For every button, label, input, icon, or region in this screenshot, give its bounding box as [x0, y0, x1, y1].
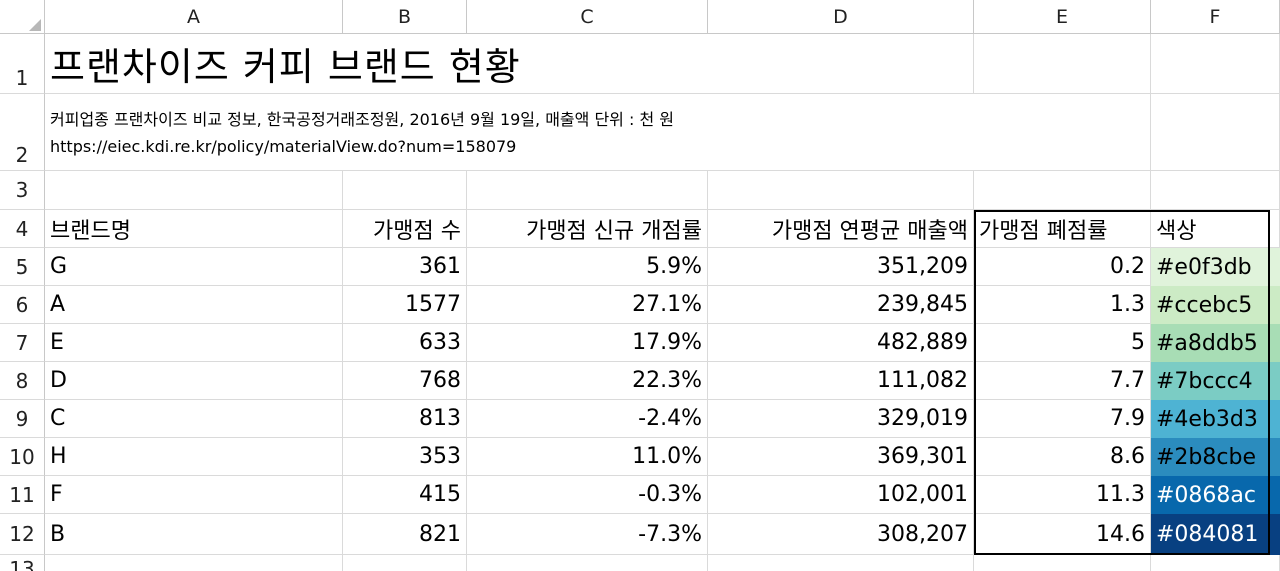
- header-avg-sales[interactable]: 가맹점 연평균 매출액: [708, 210, 974, 248]
- close-rate-cell[interactable]: 14.6: [974, 514, 1151, 555]
- header-color[interactable]: 색상: [1151, 210, 1280, 248]
- cell-e2[interactable]: [974, 94, 1151, 171]
- column-header-b[interactable]: B: [343, 0, 467, 34]
- brand-cell[interactable]: C: [45, 400, 343, 438]
- new-rate-cell[interactable]: -0.3%: [467, 476, 708, 514]
- column-header-f[interactable]: F: [1151, 0, 1280, 34]
- brand-cell[interactable]: B: [45, 514, 343, 555]
- cell-c3[interactable]: [467, 171, 708, 210]
- avg-sales-cell[interactable]: 369,301: [708, 438, 974, 476]
- column-header-c[interactable]: C: [467, 0, 708, 34]
- stores-cell[interactable]: 768: [343, 362, 467, 400]
- color-cell[interactable]: #7bccc4: [1151, 362, 1280, 400]
- avg-sales-cell[interactable]: 111,082: [708, 362, 974, 400]
- new-rate-cell[interactable]: 5.9%: [467, 248, 708, 286]
- color-cell[interactable]: #e0f3db: [1151, 248, 1280, 286]
- color-cell[interactable]: #4eb3d3: [1151, 400, 1280, 438]
- stores-cell[interactable]: 633: [343, 324, 467, 362]
- row-header-9[interactable]: 9: [0, 400, 45, 438]
- cell-e13[interactable]: [974, 555, 1151, 571]
- row-header-5[interactable]: 5: [0, 248, 45, 286]
- header-new-rate[interactable]: 가맹점 신규 개점률: [467, 210, 708, 248]
- new-rate-cell[interactable]: 22.3%: [467, 362, 708, 400]
- brand-cell[interactable]: F: [45, 476, 343, 514]
- close-rate-cell[interactable]: 7.9: [974, 400, 1151, 438]
- row-header-1[interactable]: 1: [0, 34, 45, 94]
- avg-sales-cell[interactable]: 329,019: [708, 400, 974, 438]
- row-header-6[interactable]: 6: [0, 286, 45, 324]
- spreadsheet: A B C D E F 1 2 3 4 5 6 7 8 9 10 11 12 1…: [0, 0, 1280, 571]
- subtitle-line1: 커피업종 프랜차이즈 비교 정보, 한국공정거래조정원, 2016년 9월 19…: [50, 110, 674, 129]
- new-rate-cell[interactable]: -7.3%: [467, 514, 708, 555]
- title-cell[interactable]: 프랜차이즈 커피 브랜드 현황: [45, 34, 708, 94]
- avg-sales-cell[interactable]: 308,207: [708, 514, 974, 555]
- color-cell[interactable]: #2b8cbe: [1151, 438, 1280, 476]
- cell-a3[interactable]: [45, 171, 343, 210]
- row-header-12[interactable]: 12: [0, 514, 45, 555]
- column-header-a[interactable]: A: [45, 0, 343, 34]
- close-rate-cell[interactable]: 0.2: [974, 248, 1151, 286]
- row-header-4[interactable]: 4: [0, 210, 45, 248]
- avg-sales-cell[interactable]: 239,845: [708, 286, 974, 324]
- column-header-e[interactable]: E: [974, 0, 1151, 34]
- brand-cell[interactable]: G: [45, 248, 343, 286]
- row-header-10[interactable]: 10: [0, 438, 45, 476]
- cell-d1[interactable]: [708, 34, 974, 94]
- row-header-7[interactable]: 7: [0, 324, 45, 362]
- close-rate-cell[interactable]: 5: [974, 324, 1151, 362]
- cell-a13[interactable]: [45, 555, 343, 571]
- row-header-11[interactable]: 11: [0, 476, 45, 514]
- subtitle-cell[interactable]: 커피업종 프랜차이즈 비교 정보, 한국공정거래조정원, 2016년 9월 19…: [45, 94, 974, 171]
- subtitle-text: 커피업종 프랜차이즈 비교 정보, 한국공정거래조정원, 2016년 9월 19…: [45, 94, 674, 160]
- new-rate-cell[interactable]: 27.1%: [467, 286, 708, 324]
- close-rate-cell[interactable]: 1.3: [974, 286, 1151, 324]
- header-stores[interactable]: 가맹점 수: [343, 210, 467, 248]
- color-cell[interactable]: #0868ac: [1151, 476, 1280, 514]
- row-header-3[interactable]: 3: [0, 171, 45, 210]
- avg-sales-cell[interactable]: 351,209: [708, 248, 974, 286]
- cell-b3[interactable]: [343, 171, 467, 210]
- close-rate-cell[interactable]: 11.3: [974, 476, 1151, 514]
- avg-sales-cell[interactable]: 482,889: [708, 324, 974, 362]
- close-rate-cell[interactable]: 7.7: [974, 362, 1151, 400]
- row-header-8[interactable]: 8: [0, 362, 45, 400]
- close-rate-cell[interactable]: 8.6: [974, 438, 1151, 476]
- cell-c13[interactable]: [467, 555, 708, 571]
- cell-f13[interactable]: [1151, 555, 1280, 571]
- color-cell[interactable]: #ccebc5: [1151, 286, 1280, 324]
- select-all-corner[interactable]: [0, 0, 45, 34]
- cell-e3[interactable]: [974, 171, 1151, 210]
- column-header-d[interactable]: D: [708, 0, 974, 34]
- stores-cell[interactable]: 1577: [343, 286, 467, 324]
- brand-cell[interactable]: A: [45, 286, 343, 324]
- cell-e1[interactable]: [974, 34, 1151, 94]
- row-header-13[interactable]: 13: [0, 555, 45, 571]
- cell-b13[interactable]: [343, 555, 467, 571]
- brand-cell[interactable]: H: [45, 438, 343, 476]
- color-cell[interactable]: #a8ddb5: [1151, 324, 1280, 362]
- stores-cell[interactable]: 353: [343, 438, 467, 476]
- new-rate-cell[interactable]: 11.0%: [467, 438, 708, 476]
- cell-f3[interactable]: [1151, 171, 1280, 210]
- column-header-bar: A B C D E F: [0, 0, 1280, 34]
- brand-cell[interactable]: D: [45, 362, 343, 400]
- new-rate-cell[interactable]: -2.4%: [467, 400, 708, 438]
- new-rate-cell[interactable]: 17.9%: [467, 324, 708, 362]
- brand-cell[interactable]: E: [45, 324, 343, 362]
- stores-cell[interactable]: 415: [343, 476, 467, 514]
- header-brand[interactable]: 브랜드명: [45, 210, 343, 248]
- header-close-rate[interactable]: 가맹점 폐점률: [974, 210, 1151, 248]
- stores-cell[interactable]: 361: [343, 248, 467, 286]
- row-header-2[interactable]: 2: [0, 94, 45, 171]
- cell-d13[interactable]: [708, 555, 974, 571]
- select-all-icon: [29, 19, 41, 31]
- stores-cell[interactable]: 813: [343, 400, 467, 438]
- avg-sales-cell[interactable]: 102,001: [708, 476, 974, 514]
- cell-d3[interactable]: [708, 171, 974, 210]
- stores-cell[interactable]: 821: [343, 514, 467, 555]
- cell-f1[interactable]: [1151, 34, 1280, 94]
- color-cell[interactable]: #084081: [1151, 514, 1280, 555]
- cell-f2[interactable]: [1151, 94, 1280, 171]
- subtitle-line2: https://eiec.kdi.re.kr/policy/materialVi…: [50, 137, 517, 156]
